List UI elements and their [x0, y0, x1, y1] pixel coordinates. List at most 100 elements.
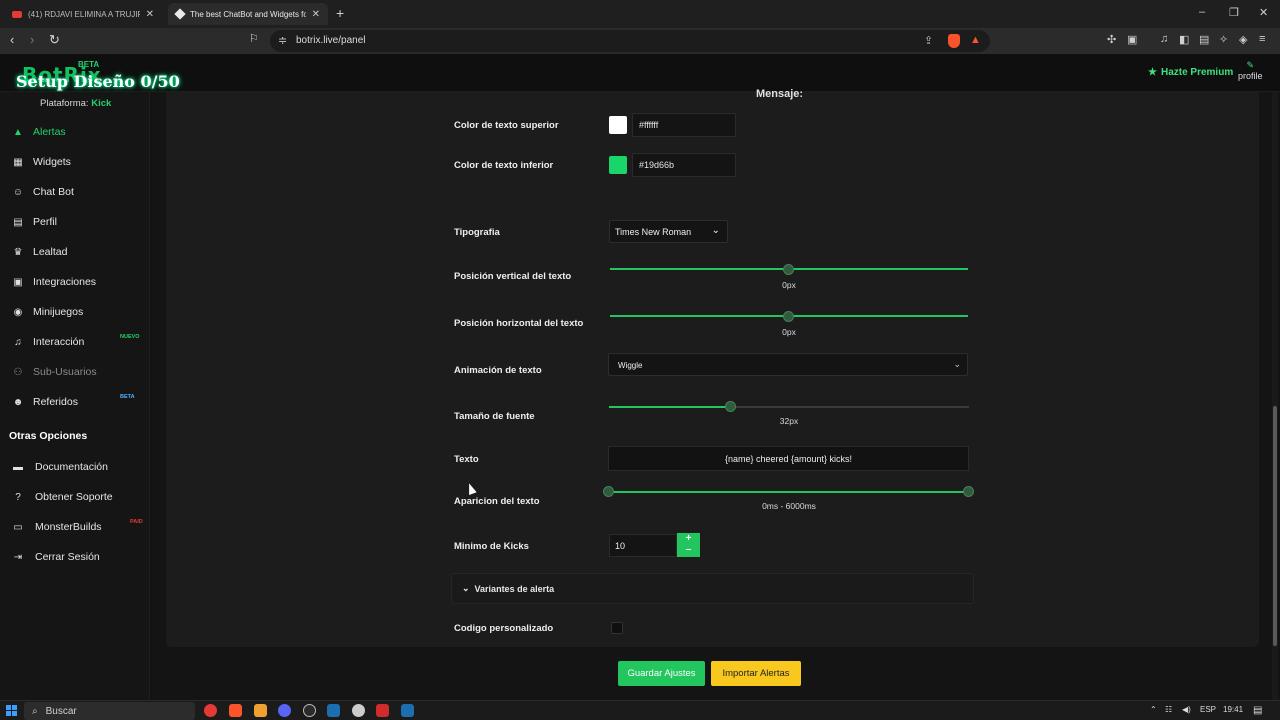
share-icon[interactable]: ⇪: [924, 34, 933, 47]
chevron-down-icon: ⌄: [462, 583, 470, 593]
chatgpt-taskbar-icon[interactable]: [352, 704, 365, 717]
browser-tab-botrix[interactable]: The best ChatBot and Widgets fo ✕: [168, 3, 328, 25]
font-select[interactable]: Times New Roman ⌄: [609, 220, 728, 243]
section-title-otras-opciones: Otras Opciones: [9, 430, 88, 442]
site-settings-icon[interactable]: ≑: [278, 34, 287, 47]
animation-label: Animación de texto: [454, 365, 542, 376]
obs-taskbar-icon[interactable]: [303, 704, 316, 717]
horizontal-position-thumb[interactable]: [783, 311, 794, 322]
scrollbar-thumb[interactable]: [1273, 406, 1277, 646]
sidebar-item-label: MonsterBuilds: [35, 521, 102, 533]
browser-nav-bar: ‹ › ↻ ⚐ ≑ botrix.live/panel ⇪ ▲ ✣ ▣ ♫ ◧ …: [0, 28, 1280, 54]
min-kicks-input[interactable]: 10: [609, 534, 677, 557]
font-size-thumb[interactable]: [725, 401, 736, 412]
volume-icon[interactable]: ◀): [1182, 705, 1191, 714]
bottom-color-swatch[interactable]: [609, 156, 627, 174]
browser-tab-bar: (41) RDJAVI ELIMINA A TRUJIR Y LOS ✕ The…: [0, 0, 1280, 28]
chrome-taskbar-icon[interactable]: [204, 704, 217, 717]
custom-code-checkbox[interactable]: [611, 622, 623, 634]
increment-icon[interactable]: +: [677, 533, 700, 544]
notifications-icon[interactable]: ▤: [1253, 705, 1262, 716]
close-window-button[interactable]: ✕: [1259, 6, 1268, 19]
import-alerts-button[interactable]: Importar Alertas: [711, 661, 801, 686]
tray-chevron-icon[interactable]: ⌃: [1150, 705, 1157, 714]
alert-text-input[interactable]: {name} cheered {amount} kicks!: [608, 446, 969, 471]
sidebar-item-integraciones[interactable]: ▣ Integraciones: [12, 272, 148, 292]
premium-label: Hazte Premium: [1160, 67, 1234, 78]
sidebar-toggle-icon[interactable]: ◧: [1179, 33, 1189, 46]
top-color-swatch[interactable]: [609, 116, 627, 134]
bookmark-icon[interactable]: ⚐: [249, 32, 259, 45]
extensions-icon[interactable]: ✣: [1107, 33, 1116, 46]
taskbar-search[interactable]: ⌕ Buscar: [24, 702, 195, 720]
sidebar-item-lealtad[interactable]: ♛ Lealtad: [12, 242, 148, 262]
address-bar[interactable]: ≑ botrix.live/panel ⇪ ▲: [270, 30, 990, 52]
sidebar-item-perfil[interactable]: ▤ Perfil: [12, 212, 148, 232]
alert-variants-accordion[interactable]: ⌄ Variantes de alerta: [451, 573, 974, 604]
id-card-icon: ▤: [13, 216, 23, 228]
music-icon: ♫: [14, 336, 22, 348]
sidebar-item-chat-bot[interactable]: ☺ Chat Bot: [12, 182, 148, 202]
font-size-fill: [609, 406, 731, 408]
close-tab-icon[interactable]: ✕: [146, 9, 154, 20]
profile-label: profile: [1238, 71, 1263, 81]
top-color-input[interactable]: #ffffff: [632, 113, 736, 137]
windows-start-icon[interactable]: [6, 705, 17, 716]
sidebar-item-label: Obtener Soporte: [35, 491, 113, 503]
steam2-taskbar-icon[interactable]: [401, 704, 414, 717]
sidebar-item-alertas[interactable]: ▲ Alertas: [12, 122, 148, 142]
min-kicks-stepper[interactable]: + –: [677, 533, 700, 557]
shield-icon[interactable]: ◈: [1239, 33, 1247, 46]
chevron-down-icon: ⌄: [711, 225, 720, 236]
text-appear-track[interactable]: [609, 491, 969, 493]
clock[interactable]: 19:41: [1223, 705, 1243, 714]
forward-icon[interactable]: ›: [30, 32, 34, 47]
app2-taskbar-icon[interactable]: [376, 704, 389, 717]
back-icon[interactable]: ‹: [10, 32, 14, 47]
text-appear-end-thumb[interactable]: [963, 486, 974, 497]
sidebar-item-label: Documentación: [35, 461, 108, 473]
sidebar-item-label: Referidos: [33, 396, 78, 408]
profile-button[interactable]: ✎ profile: [1238, 60, 1263, 81]
sidebar-item-minijuegos[interactable]: ◉ Minijuegos: [12, 302, 148, 322]
premium-button[interactable]: ★ Hazte Premium: [1148, 67, 1233, 78]
new-tab-button[interactable]: +: [336, 5, 344, 21]
discord-taskbar-icon[interactable]: [278, 704, 291, 717]
vertical-position-thumb[interactable]: [783, 264, 794, 275]
steam-taskbar-icon[interactable]: [327, 704, 340, 717]
animation-select[interactable]: Wiggle ⌄: [608, 353, 968, 376]
sidebar-other-monsterbuilds[interactable]: ▭ MonsterBuilds: [12, 517, 148, 537]
document-icon: ▬: [13, 461, 23, 473]
trophy-icon: ♛: [13, 246, 23, 258]
vpn-icon[interactable]: ▤: [1199, 33, 1209, 46]
brave-taskbar-icon[interactable]: [229, 704, 242, 717]
brave-rewards-icon[interactable]: ▲: [970, 34, 981, 46]
sidebar-item-sub-usuarios[interactable]: ⚇ Sub-Usuarios: [12, 362, 148, 382]
text-appear-start-thumb[interactable]: [603, 486, 614, 497]
sidebar-other-obtener-soporte[interactable]: ? Obtener Soporte: [12, 487, 148, 507]
vertical-position-value: 0px: [782, 280, 796, 290]
leo-ai-icon[interactable]: ✧: [1219, 33, 1228, 46]
sidebar-badge: BETA: [120, 394, 135, 400]
media-icon[interactable]: ♫: [1160, 33, 1168, 45]
users-icon: ⚇: [13, 366, 23, 378]
close-tab-icon[interactable]: ✕: [312, 9, 320, 20]
wallet-icon[interactable]: ▣: [1127, 33, 1137, 46]
maximize-button[interactable]: ❐: [1229, 6, 1239, 19]
save-settings-button[interactable]: Guardar Ajustes: [618, 661, 705, 686]
network-icon[interactable]: ☷: [1165, 705, 1172, 714]
brave-shields-icon[interactable]: [948, 34, 960, 48]
reload-icon[interactable]: ↻: [49, 32, 60, 48]
app-taskbar-icon[interactable]: [254, 704, 267, 717]
bottom-color-input[interactable]: #19d66b: [632, 153, 736, 177]
minimize-button[interactable]: –: [1199, 6, 1205, 18]
sidebar-other-cerrar-sesi-n[interactable]: ⇥ Cerrar Sesión: [12, 547, 148, 567]
tab-title: (41) RDJAVI ELIMINA A TRUJIR Y LOS: [28, 9, 140, 19]
sidebar-item-label: Cerrar Sesión: [35, 551, 100, 563]
browser-tab-youtube[interactable]: (41) RDJAVI ELIMINA A TRUJIR Y LOS ✕: [4, 3, 162, 25]
menu-icon[interactable]: ≡: [1259, 33, 1265, 45]
sidebar-other-documentaci-n[interactable]: ▬ Documentación: [12, 457, 148, 477]
sidebar-item-widgets[interactable]: ▦ Widgets: [12, 152, 148, 172]
language-indicator[interactable]: ESP: [1200, 705, 1216, 714]
decrement-icon[interactable]: –: [677, 544, 700, 555]
